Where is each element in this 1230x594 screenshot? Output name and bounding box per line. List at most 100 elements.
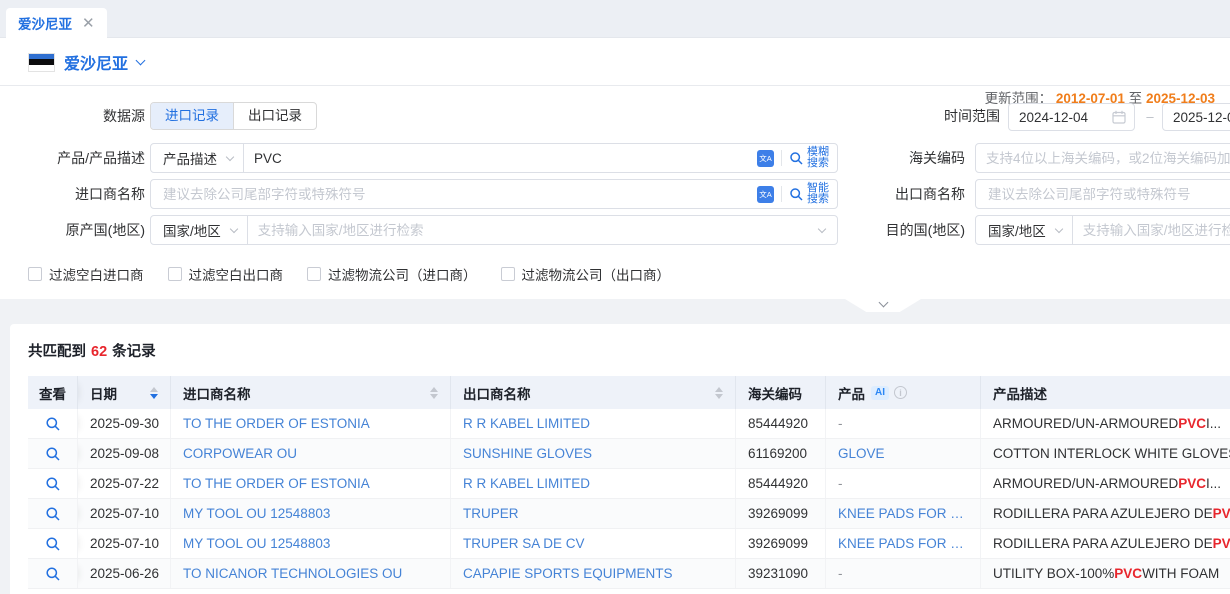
tab-title: 爱沙尼亚	[18, 13, 72, 33]
cell-description: COTTON INTERLOCK WHITE GLOVES...	[981, 439, 1230, 468]
exporter-link[interactable]: R R KABEL LIMITED	[463, 476, 590, 491]
magnifier-icon	[45, 476, 61, 492]
checkbox-filter-logistics-exporter[interactable]: 过滤物流公司（出口商）	[501, 264, 671, 284]
table-row: 2025-09-08 CORPOWEAR OU SUNSHINE GLOVES …	[28, 439, 1230, 469]
cell-product: KNEE PADS FOR PVC T...	[826, 529, 981, 558]
cell-view	[28, 409, 78, 438]
importer-name-input[interactable]	[151, 187, 749, 202]
product-type-select[interactable]: 产品描述	[151, 144, 244, 172]
results-count-number: 62	[91, 344, 107, 360]
cell-description: RODILLERA PARA AZULEJERO DE PVC	[981, 499, 1230, 528]
cell-date: 2025-06-26	[78, 559, 171, 588]
dest-type-value: 国家/地区	[988, 220, 1046, 240]
magnifier-icon	[45, 566, 61, 582]
info-icon[interactable]: i	[894, 386, 907, 399]
table-row: 2025-09-30 TO THE ORDER OF ESTONIA R R K…	[28, 409, 1230, 439]
tab-bar: 爱沙尼亚 ✕	[0, 0, 1230, 38]
dest-type-select[interactable]: 国家/地区	[976, 216, 1073, 244]
product-link[interactable]: -	[838, 476, 843, 491]
product-link[interactable]: KNEE PADS FOR PVC T...	[838, 506, 968, 521]
cell-importer: TO THE ORDER OF ESTONIA	[171, 469, 451, 498]
origin-type-select[interactable]: 国家/地区	[151, 216, 248, 244]
cell-product: -	[826, 559, 981, 588]
product-label: 产品/产品描述	[0, 143, 145, 173]
cell-view	[28, 469, 78, 498]
table-row: 2025-06-26 TO NICANOR TECHNOLOGIES OU CA…	[28, 559, 1230, 589]
close-icon[interactable]: ✕	[82, 16, 95, 31]
col-exporter[interactable]: 出口商名称	[451, 376, 736, 409]
sort-icon[interactable]	[707, 387, 723, 399]
importer-link[interactable]: TO NICANOR TECHNOLOGIES OU	[183, 566, 402, 581]
cell-hs-code: 61169200	[736, 439, 826, 468]
exporter-name-input[interactable]	[976, 187, 1230, 202]
table-header: 查看 日期 进口商名称 出口商名称 海关编码 产品 AI i 产品描述	[28, 376, 1230, 409]
destination-country-input[interactable]	[1073, 223, 1230, 238]
exporter-link[interactable]: SUNSHINE GLOVES	[463, 446, 592, 461]
product-link[interactable]: GLOVE	[838, 446, 885, 461]
end-date-picker[interactable]: 2025-12-03	[1162, 103, 1230, 131]
cell-product: GLOVE	[826, 439, 981, 468]
cell-hs-code: 39269099	[736, 499, 826, 528]
fuzzy-search-button[interactable]: 模糊搜索	[789, 147, 829, 169]
chevron-down-icon	[136, 55, 146, 65]
hs-code-group	[975, 143, 1230, 173]
sort-icon[interactable]	[142, 387, 158, 399]
product-link[interactable]: -	[838, 566, 843, 581]
hs-code-label: 海关编码	[860, 143, 965, 173]
collapse-filters-button[interactable]	[845, 299, 921, 312]
col-importer[interactable]: 进口商名称	[171, 376, 451, 409]
cell-product: -	[826, 469, 981, 498]
export-records-tab[interactable]: 出口记录	[233, 103, 316, 129]
origin-type-value: 国家/地区	[163, 220, 221, 240]
importer-link[interactable]: TO THE ORDER OF ESTONIA	[183, 476, 370, 491]
cell-date: 2025-07-22	[78, 469, 171, 498]
checkbox-icon[interactable]	[28, 267, 42, 281]
chevron-down-icon	[878, 298, 888, 308]
country-tab[interactable]: 爱沙尼亚 ✕	[6, 8, 107, 38]
datasource-toggle: 进口记录 出口记录	[150, 102, 317, 130]
cell-exporter: R R KABEL LIMITED	[451, 409, 736, 438]
sort-icon[interactable]	[422, 387, 438, 399]
start-date-picker[interactable]: 2024-12-04	[1008, 103, 1135, 131]
exporter-link[interactable]: R R KABEL LIMITED	[463, 416, 590, 431]
importer-link[interactable]: MY TOOL OU 12548803	[183, 506, 330, 521]
results-count: 共匹配到62条记录	[28, 340, 156, 361]
origin-country-input[interactable]	[248, 223, 813, 238]
col-date[interactable]: 日期	[78, 376, 171, 409]
col-product: 产品 AI i	[826, 376, 981, 409]
divider	[781, 186, 782, 202]
checkbox-icon[interactable]	[501, 267, 515, 281]
importer-link[interactable]: TO THE ORDER OF ESTONIA	[183, 416, 370, 431]
checkbox-icon[interactable]	[168, 267, 182, 281]
import-records-tab[interactable]: 进口记录	[151, 103, 233, 129]
view-record-button[interactable]	[45, 506, 61, 522]
translate-icon[interactable]: 文A	[757, 150, 774, 167]
view-record-button[interactable]	[45, 536, 61, 552]
translate-icon[interactable]: 文A	[757, 186, 774, 203]
view-record-button[interactable]	[45, 566, 61, 582]
hs-code-input[interactable]	[976, 151, 1230, 166]
cell-hs-code: 39269099	[736, 529, 826, 558]
exporter-link[interactable]: CAPAPIE SPORTS EQUIPMENTS	[463, 566, 673, 581]
country-selector[interactable]: 爱沙尼亚	[28, 50, 144, 74]
product-search-input[interactable]	[244, 151, 749, 166]
checkbox-filter-logistics-importer[interactable]: 过滤物流公司（进口商）	[307, 264, 477, 284]
importer-link[interactable]: CORPOWEAR OU	[183, 446, 297, 461]
cell-description: ARMOURED/UN-ARMOURED PVC I...	[981, 409, 1230, 438]
importer-link[interactable]: MY TOOL OU 12548803	[183, 536, 330, 551]
product-link[interactable]: -	[838, 416, 843, 431]
view-record-button[interactable]	[45, 446, 61, 462]
cell-exporter: R R KABEL LIMITED	[451, 469, 736, 498]
smart-search-button[interactable]: 智能搜索	[789, 183, 829, 205]
checkbox-icon[interactable]	[307, 267, 321, 281]
view-record-button[interactable]	[45, 416, 61, 432]
product-link[interactable]: KNEE PADS FOR PVC T...	[838, 536, 968, 551]
checkbox-filter-blank-importer[interactable]: 过滤空白进口商	[28, 264, 144, 284]
exporter-link[interactable]: TRUPER	[463, 506, 519, 521]
exporter-link[interactable]: TRUPER SA DE CV	[463, 536, 585, 551]
table-body: 2025-09-30 TO THE ORDER OF ESTONIA R R K…	[28, 409, 1230, 589]
checkbox-filter-blank-exporter[interactable]: 过滤空白出口商	[168, 264, 284, 284]
product-search-group: 产品描述 文A 模糊搜索	[150, 143, 838, 173]
view-record-button[interactable]	[45, 476, 61, 492]
cell-hs-code: 85444920	[736, 409, 826, 438]
